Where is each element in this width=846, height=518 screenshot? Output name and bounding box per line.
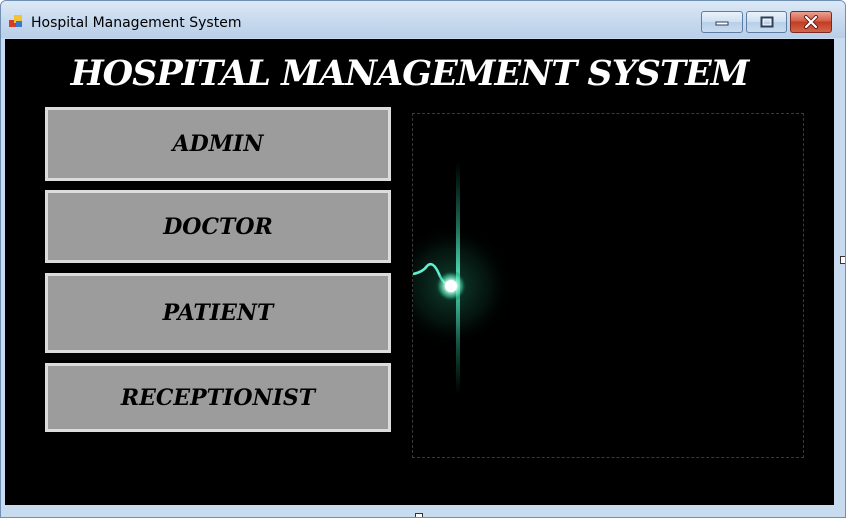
maximize-icon: [760, 16, 773, 28]
resize-handle-bottom[interactable]: [415, 513, 423, 517]
window-title: Hospital Management System: [31, 15, 242, 31]
title-bar[interactable]: Hospital Management System: [1, 1, 845, 38]
resize-handle-right[interactable]: [840, 256, 845, 264]
doctor-button[interactable]: DOCTOR: [45, 190, 391, 263]
picture-box: [412, 113, 804, 458]
minimize-button[interactable]: [701, 11, 743, 33]
patient-button[interactable]: PATIENT: [45, 273, 391, 353]
app-icon: [9, 15, 22, 27]
page-title: HOSPITAL MANAGEMENT SYSTEM: [70, 53, 750, 94]
form-client-area: HOSPITAL MANAGEMENT SYSTEM ADMIN DOCTOR …: [5, 39, 834, 505]
app-window: Hospital Management System HOSPITAL MANA…: [0, 0, 846, 518]
maximize-button[interactable]: [746, 11, 787, 33]
close-button[interactable]: [790, 11, 832, 33]
receptionist-button[interactable]: RECEPTIONIST: [45, 363, 391, 432]
minimize-icon: [715, 21, 729, 26]
close-icon: [804, 15, 818, 29]
admin-button[interactable]: ADMIN: [45, 107, 391, 181]
heartbeat-glow-image: [413, 162, 513, 394]
